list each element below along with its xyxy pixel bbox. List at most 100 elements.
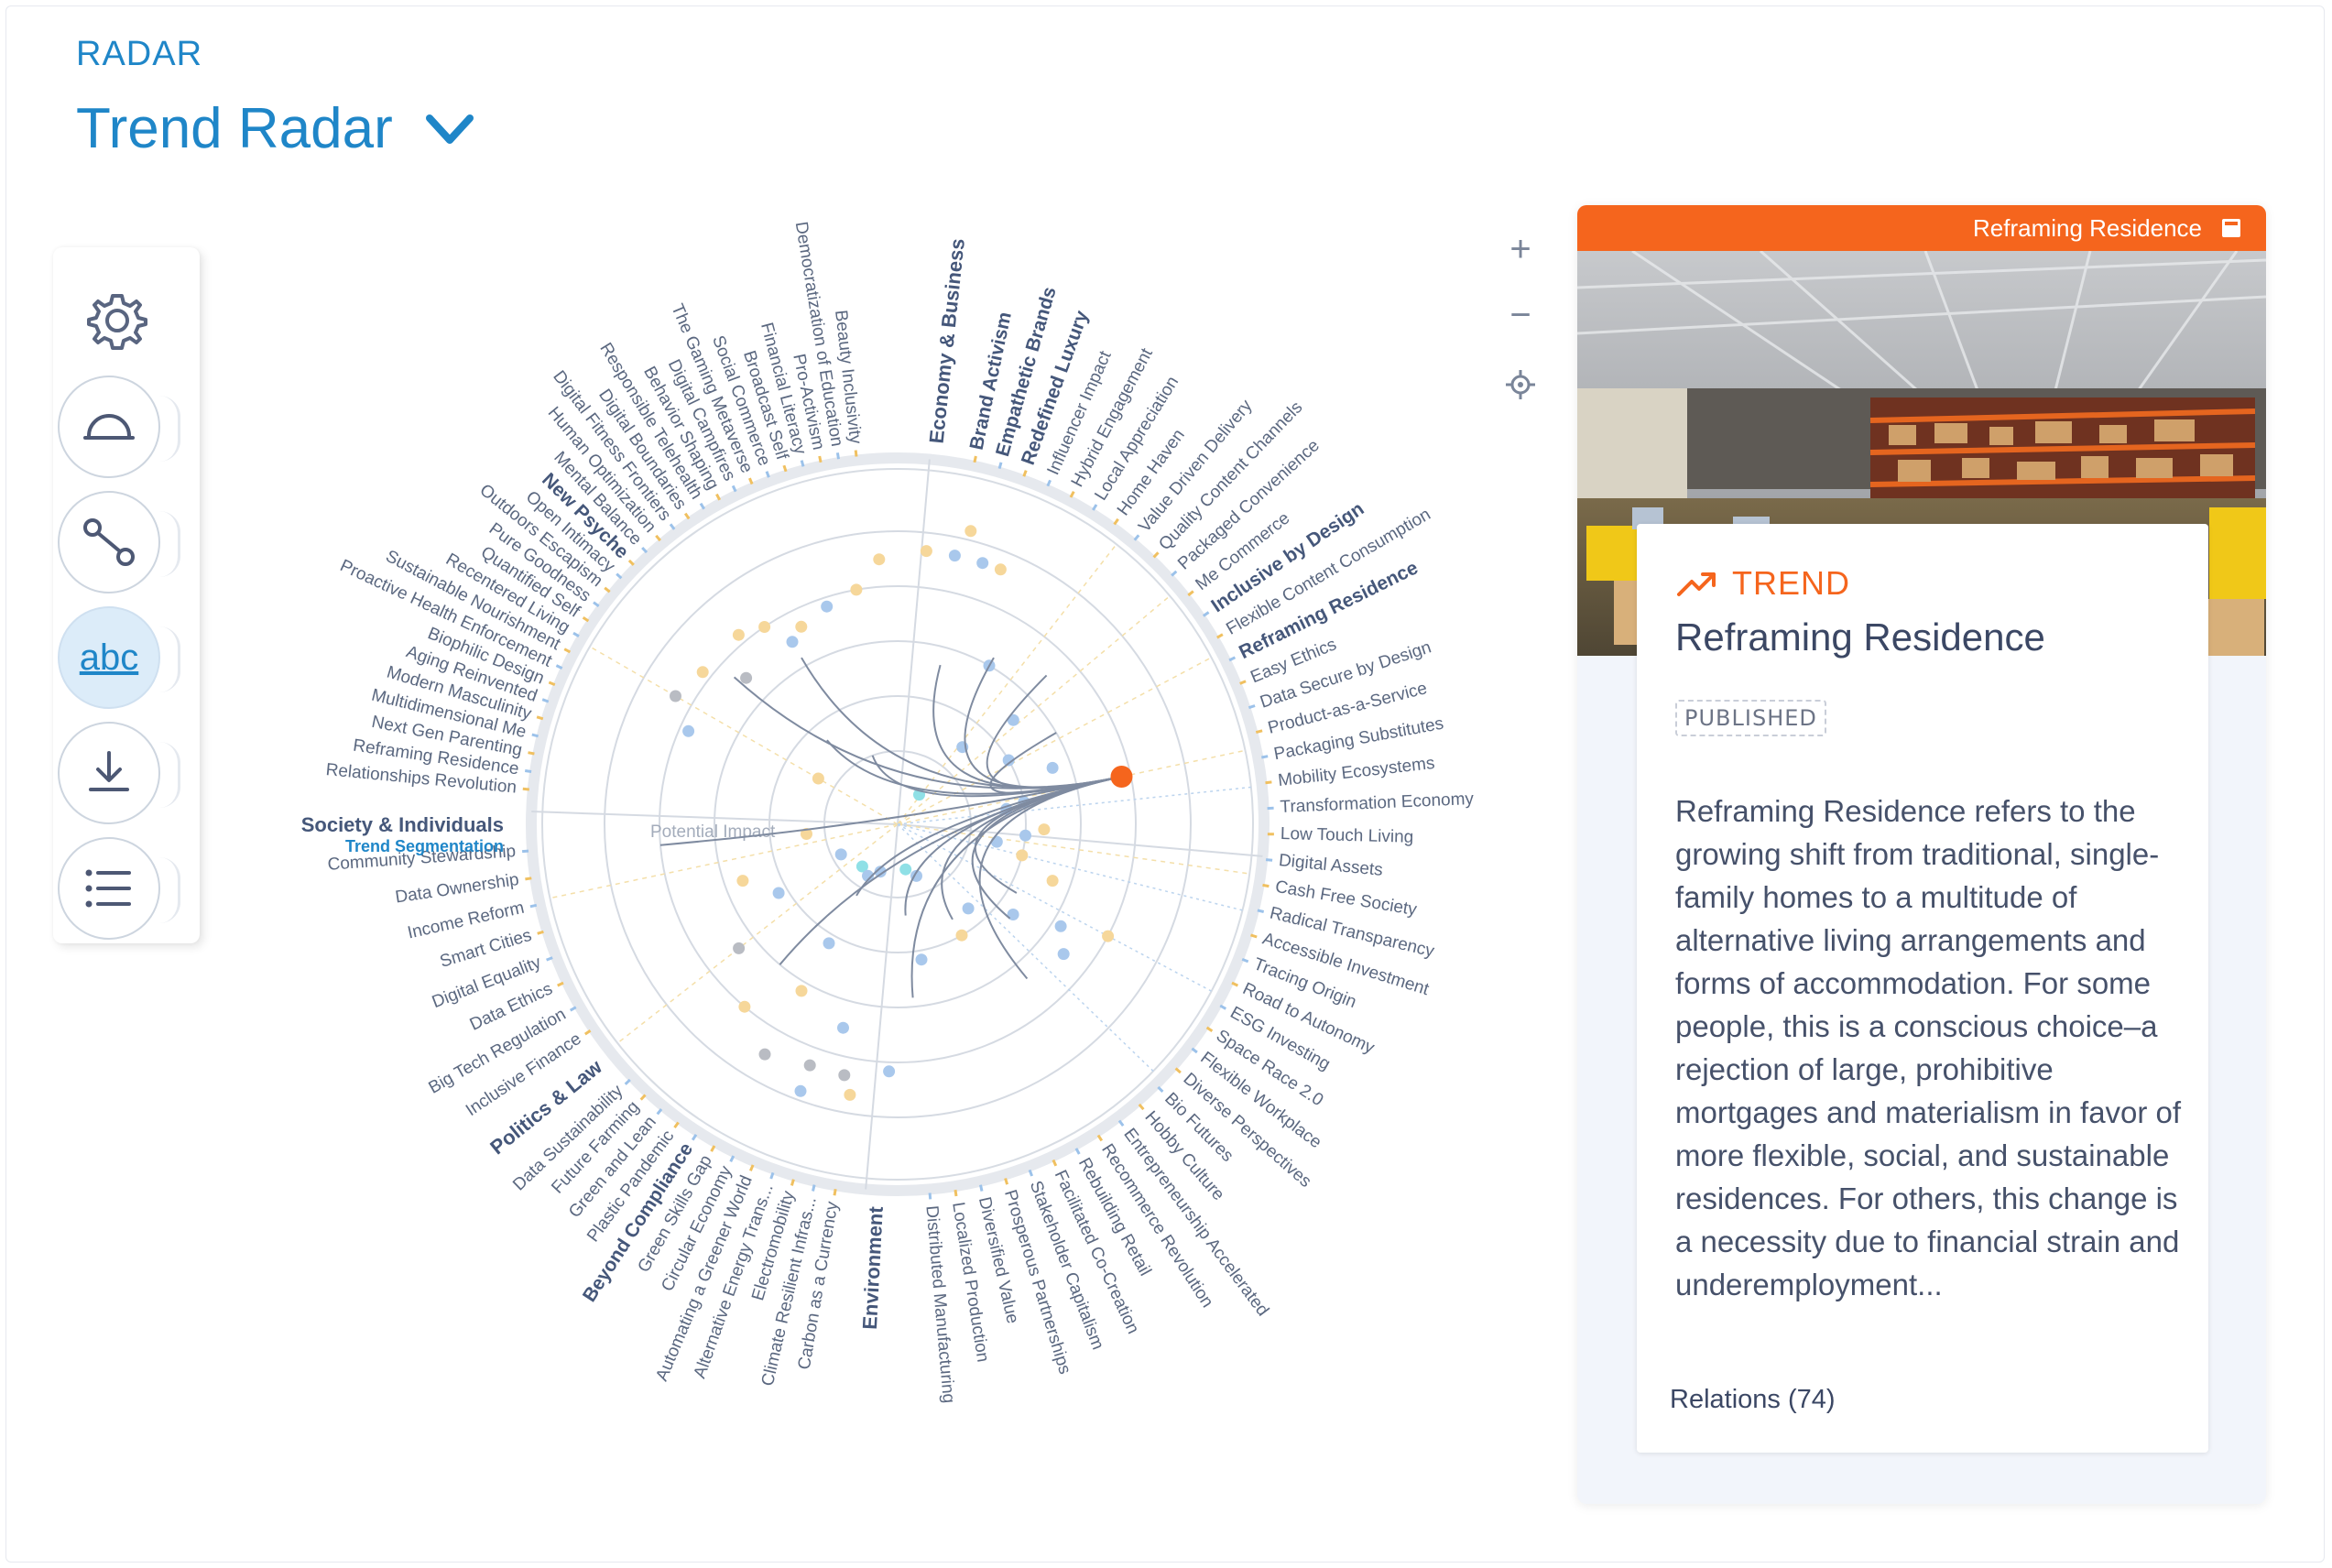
trend-tick: [854, 450, 858, 457]
labels-toggle-button[interactable]: abc: [58, 606, 180, 709]
chevron-down-icon[interactable]: [424, 103, 475, 155]
trend-tick: [790, 1179, 795, 1186]
trend-dot[interactable]: [1102, 930, 1115, 942]
trend-dot[interactable]: [834, 848, 847, 861]
trend-dot[interactable]: [670, 690, 681, 702]
trend-tick: [699, 502, 705, 510]
trend-tick: [531, 733, 539, 738]
relations-link[interactable]: Relations (74): [1670, 1385, 1836, 1415]
trend-tick: [691, 1133, 698, 1141]
sector-sublabel: Trend Segmentation: [345, 837, 504, 855]
radar-toolbar: abc: [53, 247, 200, 943]
selected-trend-marker[interactable]: [1110, 766, 1133, 788]
trend-dot[interactable]: [772, 887, 785, 899]
sector-title-environment[interactable]: Environment: [858, 1205, 888, 1330]
gear-icon[interactable]: [85, 289, 149, 353]
trend-description: Reframing Residence refers to the growin…: [1675, 794, 2182, 1301]
trend-dot[interactable]: [786, 636, 799, 648]
trend-dot[interactable]: [803, 1059, 816, 1072]
trend-dot[interactable]: [758, 1048, 771, 1061]
trend-tick: [656, 1108, 663, 1116]
trend-dot[interactable]: [883, 1065, 896, 1078]
trend-dot[interactable]: [740, 671, 753, 684]
trend-dot[interactable]: [1019, 829, 1031, 842]
trend-tick: [833, 1189, 837, 1196]
relations-button[interactable]: [58, 491, 180, 593]
axis-label: Potential Impact: [650, 822, 776, 842]
trend-dot[interactable]: [1046, 875, 1059, 887]
trend-label[interactable]: Digital Assets: [1278, 851, 1384, 880]
trend-dot[interactable]: [990, 835, 1003, 848]
trend-dot[interactable]: [994, 563, 1007, 576]
status-badge: PUBLISHED: [1675, 700, 1826, 736]
trend-tick: [521, 849, 529, 854]
trend-dot[interactable]: [738, 1000, 751, 1013]
trend-tick: [928, 1192, 932, 1200]
trend-tick: [1187, 590, 1194, 597]
trend-dot[interactable]: [948, 550, 961, 562]
trend-dot[interactable]: [844, 1088, 856, 1101]
trend-dot[interactable]: [758, 621, 771, 633]
trend-label[interactable]: Low Touch Living: [1280, 824, 1414, 847]
trend-dot[interactable]: [1016, 849, 1029, 862]
trend-dot[interactable]: [823, 937, 835, 950]
trend-label[interactable]: Distributed Manufacturing: [921, 1204, 958, 1404]
trend-dot[interactable]: [837, 1021, 849, 1034]
trend-dot[interactable]: [964, 525, 977, 538]
trend-label[interactable]: Transformation Economy: [1280, 789, 1475, 817]
trend-tick: [627, 559, 635, 566]
trend-dot[interactable]: [812, 772, 824, 785]
trend-dot[interactable]: [955, 929, 968, 942]
page-kicker: RADAR: [76, 35, 203, 73]
trend-dot[interactable]: [696, 666, 709, 679]
trend-dot[interactable]: [838, 1069, 851, 1082]
trend-dot[interactable]: [976, 557, 989, 570]
trend-tick: [583, 1029, 592, 1036]
trend-type-label: TREND: [1732, 564, 1850, 602]
trend-dot[interactable]: [1054, 920, 1067, 932]
trend-dot[interactable]: [920, 545, 932, 558]
trend-dot[interactable]: [732, 628, 745, 641]
minimize-icon[interactable]: [2222, 219, 2240, 237]
trend-tick: [572, 631, 580, 637]
trend-label[interactable]: Data Ownership: [394, 870, 520, 908]
trend-dot[interactable]: [962, 902, 975, 915]
trend-dot[interactable]: [915, 953, 928, 966]
list-button[interactable]: [58, 837, 180, 940]
card-header-title: Reframing Residence: [1972, 213, 2202, 242]
trend-radar[interactable]: Potential ImpactBrand ActivismEmpathetic…: [256, 183, 1557, 1484]
trend-dot[interactable]: [1046, 761, 1059, 774]
card-header: Reframing Residence: [1577, 205, 2266, 251]
trend-tick: [954, 1189, 958, 1197]
trend-dot[interactable]: [850, 583, 863, 596]
trending-up-icon: [1677, 572, 1716, 596]
labels-toggle-label: abc: [79, 637, 139, 678]
sector-title-economy[interactable]: Economy & Business: [925, 237, 969, 444]
trend-dot[interactable]: [795, 620, 808, 633]
trend-tick: [624, 1078, 631, 1085]
trend-dot[interactable]: [795, 985, 808, 997]
sector-title-society[interactable]: Society & Individuals: [301, 813, 504, 836]
trend-dot[interactable]: [682, 724, 695, 737]
trend-tick: [818, 455, 823, 463]
trend-dot[interactable]: [736, 875, 749, 887]
title-selector[interactable]: Trend Radar: [76, 96, 475, 161]
trend-tick: [1157, 1085, 1164, 1093]
trend-dot[interactable]: [899, 863, 912, 876]
trend-dot[interactable]: [733, 942, 746, 954]
segments-icon: [83, 414, 135, 440]
trend-dot[interactable]: [1057, 948, 1070, 961]
trend-tick: [835, 452, 840, 460]
trend-tick: [673, 1121, 680, 1128]
trend-dot[interactable]: [873, 553, 886, 566]
trend-tick: [1202, 611, 1210, 617]
segments-button[interactable]: [58, 376, 180, 478]
trend-name: Reframing Residence: [1675, 615, 2045, 659]
trend-dot[interactable]: [1038, 823, 1051, 836]
page-title: Trend Radar: [76, 97, 393, 160]
download-button[interactable]: [58, 722, 180, 824]
trend-dot[interactable]: [794, 1084, 807, 1097]
trend-dot[interactable]: [821, 600, 834, 613]
trend-tick: [641, 546, 648, 554]
trend-tick: [710, 1145, 716, 1152]
